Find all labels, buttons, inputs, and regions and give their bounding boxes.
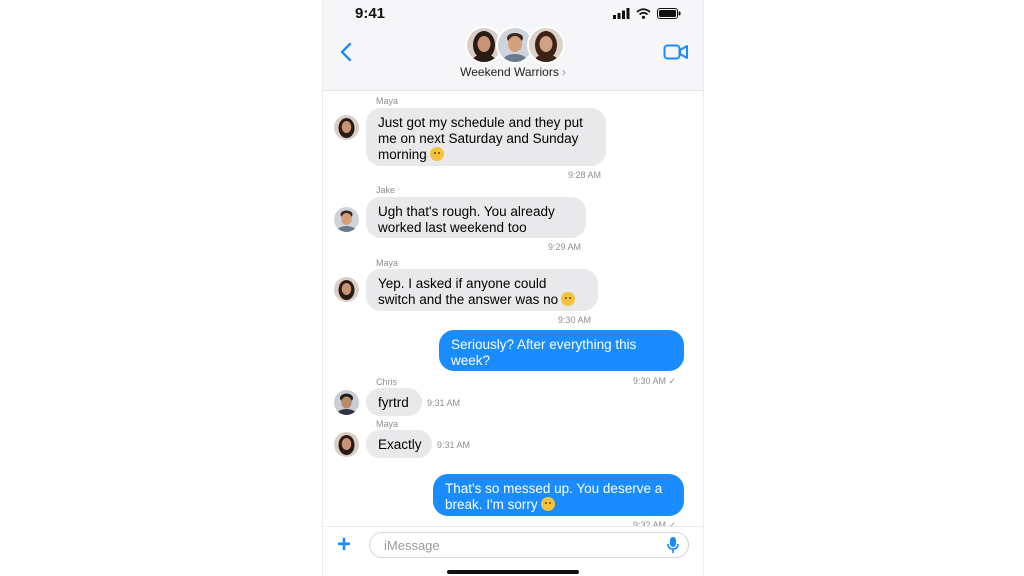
message-timestamp: 9:28 AM	[568, 170, 602, 180]
cellular-signal-icon	[613, 8, 630, 19]
message-bubble-sent[interactable]: Seriously? After everything this week?	[439, 330, 684, 371]
sad-face-emoji	[540, 497, 555, 511]
message-text: Yep. I asked if anyone could switch and …	[378, 276, 559, 307]
composer-bar: +	[323, 526, 703, 576]
message-bubble[interactable]: Exactly	[366, 430, 432, 458]
message-text: fyrtrd	[378, 395, 409, 410]
group-name-label: Weekend Warriors	[460, 65, 559, 79]
microphone-icon[interactable]	[666, 536, 680, 554]
message-bubble[interactable]: Yep. I asked if anyone could switch and …	[366, 269, 598, 311]
status-time: 9:41	[355, 5, 386, 22]
message-bubble-sent[interactable]: That's so messed up. You deserve a break…	[433, 474, 684, 516]
message-field[interactable]	[369, 532, 689, 558]
message-timestamp: 9:30 AM ✓	[633, 376, 677, 386]
message-text: Exactly	[378, 437, 422, 452]
status-icons	[613, 8, 681, 19]
wifi-icon	[636, 8, 651, 19]
avatar	[334, 207, 359, 232]
avatar	[334, 115, 359, 140]
status-bar: 9:41	[323, 0, 703, 28]
message-input[interactable]	[382, 537, 656, 554]
sender-name: Maya	[376, 419, 399, 429]
message-text: Ugh that's rough. You already worked las…	[378, 204, 555, 235]
chevron-right-icon: ›	[561, 65, 566, 79]
message-text: Seriously? After everything this week?	[451, 337, 637, 368]
message-timestamp: 9:31 AM	[427, 398, 461, 408]
avatar	[334, 432, 359, 457]
weary-face-emoji	[429, 147, 444, 161]
sender-name: Chris	[376, 377, 398, 387]
message-bubble[interactable]: Ugh that's rough. You already worked las…	[366, 197, 586, 238]
battery-icon	[657, 8, 681, 19]
sender-name: Maya	[376, 258, 399, 268]
message-timestamp: 9:31 AM	[437, 440, 471, 450]
message-timestamp: 9:29 AM	[548, 242, 582, 252]
avatar	[334, 277, 359, 302]
group-avatars[interactable]	[465, 26, 565, 64]
message-text: Just got my schedule and they put me on …	[378, 115, 583, 162]
message-bubble[interactable]: Just got my schedule and they put me on …	[366, 108, 606, 166]
avatar	[334, 390, 359, 415]
chevron-left-icon[interactable]	[335, 40, 357, 64]
conversation-title[interactable]: Weekend Warriors ›	[323, 65, 703, 79]
sender-name: Maya	[376, 96, 399, 106]
unamused-face-emoji	[561, 292, 576, 306]
home-indicator	[447, 570, 579, 574]
sender-name: Jake	[376, 185, 396, 195]
messages-app: Weekend Warriors› 9:41 Maya Just got my	[322, 0, 704, 576]
plus-icon[interactable]: +	[337, 533, 351, 557]
video-camera-icon[interactable]	[663, 42, 689, 62]
avatar	[527, 26, 565, 64]
message-bubble[interactable]: fyrtrd	[366, 388, 422, 416]
message-timestamp: 9:30 AM	[558, 315, 592, 325]
